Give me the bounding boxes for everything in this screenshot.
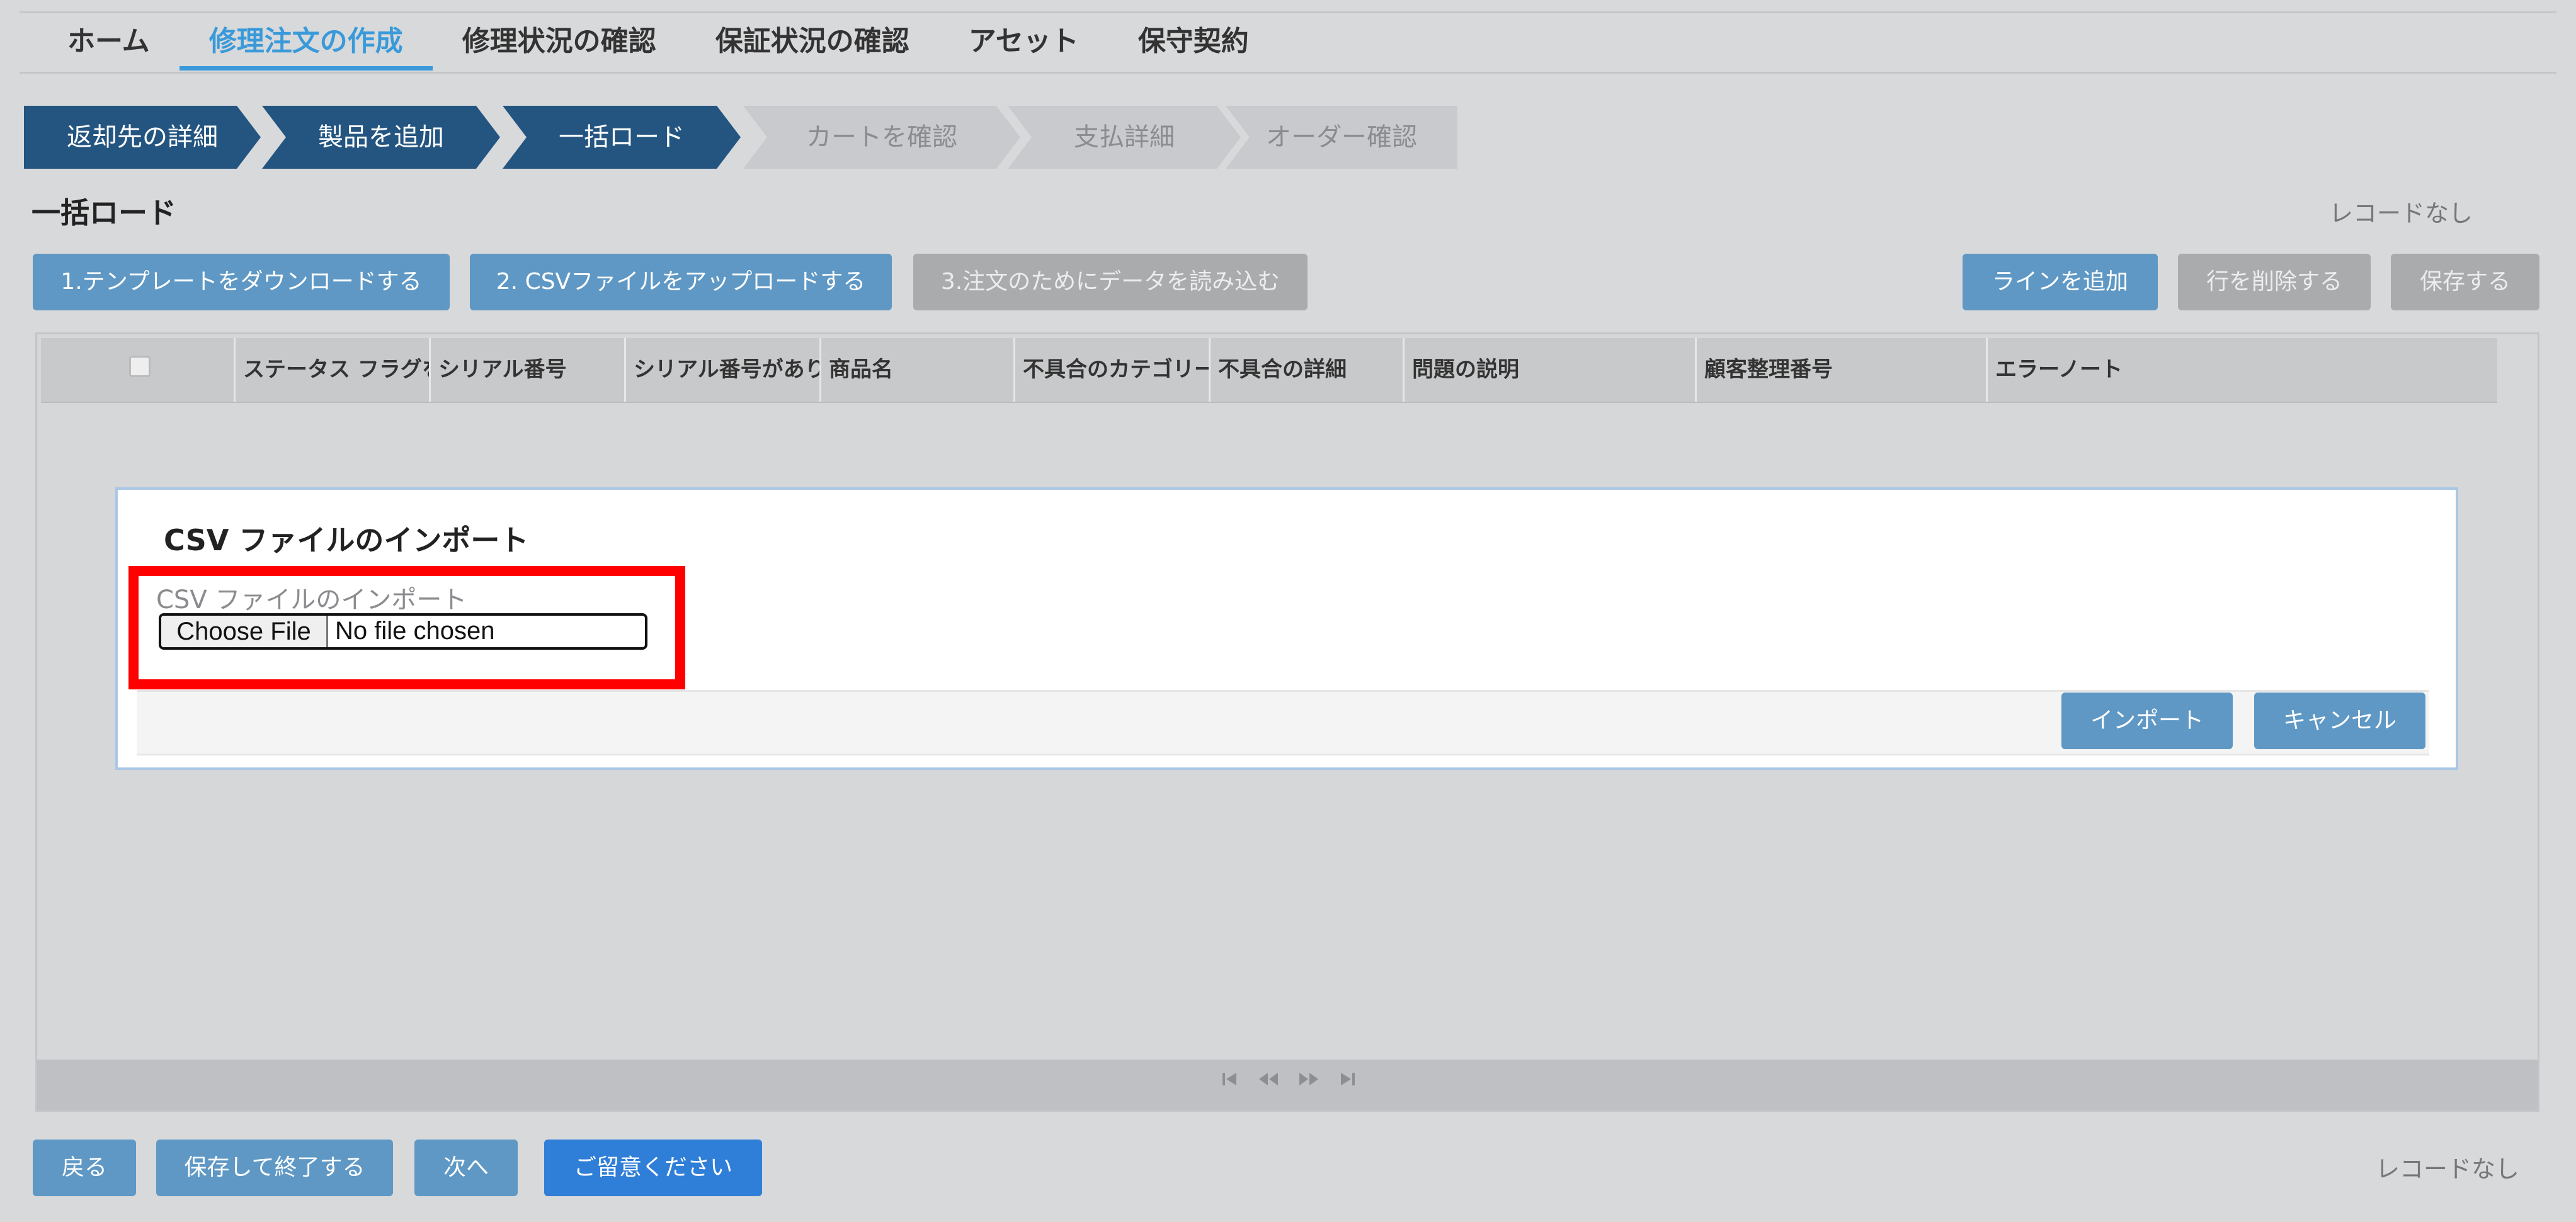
first-page-icon[interactable]	[1221, 1071, 1239, 1087]
csv-file-input[interactable]: Choose File No file chosen	[159, 613, 647, 650]
column-has-serial[interactable]: シリアル番号がありま	[624, 338, 819, 402]
column-defect-category[interactable]: 不具合のカテゴリー	[1013, 338, 1209, 402]
csv-import-dialog: CSV ファイルのインポート CSV ファイルのインポート Choose Fil…	[115, 487, 2458, 770]
top-border	[20, 11, 2556, 13]
column-customer-reference[interactable]: 顧客整理番号	[1695, 338, 1986, 402]
nav-maintenance-contract[interactable]: 保守契約	[1108, 16, 1279, 71]
add-line-button[interactable]: ラインを追加	[1963, 254, 2158, 310]
top-nav: ホーム 修理注文の作成 修理状況の確認 保証状況の確認 アセット 保守契約	[38, 16, 1279, 71]
page-title: 一括ロード	[31, 196, 176, 230]
file-field-label: CSV ファイルのインポート	[156, 586, 467, 614]
notice-button[interactable]: ご留意ください	[544, 1140, 762, 1196]
step-bulk-load[interactable]: 一括ロード	[503, 106, 741, 169]
progress-stepper: 返却先の詳細 製品を追加 一括ロード カートを確認 支払詳細 オーダー確認	[24, 106, 1457, 169]
back-button[interactable]: 戻る	[33, 1140, 136, 1196]
cancel-button[interactable]: キャンセル	[2254, 693, 2425, 749]
save-button[interactable]: 保存する	[2391, 254, 2539, 310]
column-status-flag[interactable]: ステータス フラグを	[234, 338, 429, 402]
last-page-icon[interactable]	[1338, 1071, 1356, 1087]
prev-page-icon[interactable]	[1258, 1071, 1279, 1087]
load-data-button[interactable]: 3.注文のためにデータを読み込む	[913, 254, 1308, 310]
nav-home[interactable]: ホーム	[38, 16, 180, 71]
column-error-note[interactable]: エラーノート	[1986, 338, 2497, 402]
column-defect-details[interactable]: 不具合の詳細	[1209, 338, 1403, 402]
upload-csv-button[interactable]: 2. CSVファイルをアップロードする	[470, 254, 892, 310]
nav-repair-status[interactable]: 修理状況の確認	[433, 16, 686, 71]
nav-assets[interactable]: アセット	[939, 16, 1108, 71]
step-order-confirm: オーダー確認	[1226, 106, 1457, 169]
footer-record-status: レコードなし	[2376, 1155, 2520, 1183]
delete-row-button[interactable]: 行を削除する	[2178, 254, 2371, 310]
grid-header: ステータス フラグを シリアル番号 シリアル番号がありま 商品名 不具合のカテゴ…	[41, 338, 2497, 403]
choose-file-button[interactable]: Choose File	[161, 616, 328, 647]
nav-create-repair-order[interactable]: 修理注文の作成	[179, 16, 433, 71]
select-all-checkbox[interactable]	[129, 356, 151, 377]
column-serial-number[interactable]: シリアル番号	[429, 338, 624, 402]
step-add-product[interactable]: 製品を追加	[262, 106, 500, 169]
import-button[interactable]: インポート	[2061, 693, 2233, 749]
step-payment-details: 支払詳細	[1008, 106, 1241, 169]
column-problem-description[interactable]: 問題の説明	[1403, 338, 1695, 402]
download-template-button[interactable]: 1.テンプレートをダウンロードする	[33, 254, 450, 310]
nav-warranty-status[interactable]: 保証状況の確認	[686, 16, 939, 71]
file-status-text: No file chosen	[335, 617, 495, 645]
dialog-title: CSV ファイルのインポート	[164, 523, 529, 557]
column-product-name[interactable]: 商品名	[819, 338, 1013, 402]
save-and-exit-button[interactable]: 保存して終了する	[156, 1140, 393, 1196]
next-page-icon[interactable]	[1298, 1071, 1319, 1087]
grid-pager	[37, 1060, 2538, 1110]
step-review-cart: カートを確認	[743, 106, 1020, 169]
record-status: レコードなし	[2329, 200, 2473, 227]
next-button[interactable]: 次へ	[414, 1140, 518, 1196]
nav-divider	[20, 72, 2556, 74]
step-return-details[interactable]: 返却先の詳細	[24, 106, 261, 169]
